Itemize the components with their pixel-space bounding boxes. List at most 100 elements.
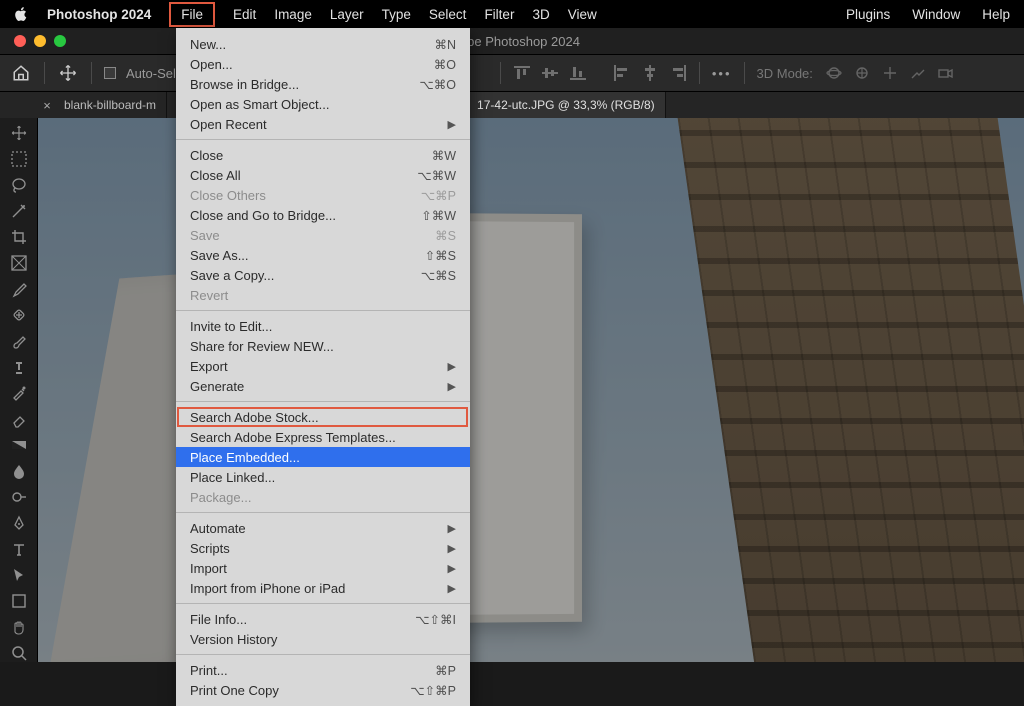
chevron-right-icon: ▶ [448,118,456,131]
brush-tool[interactable] [6,332,32,350]
align-right-icon[interactable] [669,65,687,81]
menu-layer[interactable]: Layer [330,7,364,22]
auto-select-label: Auto-Sel [126,66,176,81]
auto-select-checkbox[interactable] [104,67,116,79]
chevron-right-icon: ▶ [448,562,456,575]
path-select-tool[interactable] [6,566,32,584]
crop-tool[interactable] [6,228,32,246]
eraser-tool[interactable] [6,410,32,428]
menu-item-save-copy[interactable]: Save a Copy...⌥⌘S [176,265,470,285]
menu-item-generate[interactable]: Generate▶ [176,376,470,396]
lasso-tool[interactable] [6,176,32,194]
menu-item-save-as[interactable]: Save As...⇧⌘S [176,245,470,265]
blur-tool[interactable] [6,462,32,480]
gradient-tool[interactable] [6,436,32,454]
menu-item-recent[interactable]: Open Recent▶ [176,114,470,134]
menu-item-save: Save⌘S [176,225,470,245]
tab-close-icon[interactable]: × [40,92,54,118]
align-top-icon[interactable] [513,65,531,81]
traffic-zoom[interactable] [54,35,66,47]
traffic-close[interactable] [14,35,26,47]
document-tab-1[interactable]: blank-billboard-m [54,92,167,118]
menu-help[interactable]: Help [982,7,1010,22]
menu-item-close-all[interactable]: Close All⌥⌘W [176,165,470,185]
chevron-right-icon: ▶ [448,582,456,595]
menu-plugins[interactable]: Plugins [846,7,890,22]
menu-item-scripts[interactable]: Scripts▶ [176,538,470,558]
menu-item-print-one[interactable]: Print One Copy⌥⇧⌘P [176,680,470,700]
menu-item-close-go[interactable]: Close and Go to Bridge...⇧⌘W [176,205,470,225]
menu-item-import-ios[interactable]: Import from iPhone or iPad▶ [176,578,470,598]
menu-window[interactable]: Window [912,7,960,22]
menu-item-stock[interactable]: Search Adobe Stock... [176,407,470,427]
pen-tool[interactable] [6,514,32,532]
macos-menubar: Photoshop 2024 File Edit Image Layer Typ… [0,0,1024,28]
menu-item-automate[interactable]: Automate▶ [176,518,470,538]
align-buttons [513,65,687,81]
menu-3d[interactable]: 3D [532,7,549,22]
scale-3d-icon[interactable] [909,65,927,81]
chevron-right-icon: ▶ [448,522,456,535]
type-tool[interactable] [6,540,32,558]
menu-item-smart[interactable]: Open as Smart Object... [176,94,470,114]
menu-item-share[interactable]: Share for Review NEW... [176,336,470,356]
menu-item-print[interactable]: Print...⌘P [176,660,470,680]
zoom-tool[interactable] [6,644,32,662]
stamp-tool[interactable] [6,358,32,376]
document-tab-2[interactable]: 17-42-utc.JPG @ 33,3% (RGB/8) [467,92,666,118]
align-bottom-icon[interactable] [569,65,587,81]
wand-tool[interactable] [6,202,32,220]
move-tool-icon[interactable] [57,63,79,83]
mode-3d-icons [825,65,955,81]
menu-item-invite[interactable]: Invite to Edit... [176,316,470,336]
menu-item-revert: Revert [176,285,470,305]
menu-item-close[interactable]: Close⌘W [176,145,470,165]
menu-item-package: Package... [176,487,470,507]
history-brush-tool[interactable] [6,384,32,402]
orbit-icon[interactable] [825,65,843,81]
options-bar: Auto-Sel ••• 3D Mode: [0,54,1024,92]
camera-3d-icon[interactable] [937,65,955,81]
align-hcenter-icon[interactable] [641,65,659,81]
mode-3d-label: 3D Mode: [757,66,813,81]
more-options-icon[interactable]: ••• [712,66,732,81]
menu-image[interactable]: Image [274,7,312,22]
traffic-min[interactable] [34,35,46,47]
menu-item-file-info[interactable]: File Info...⌥⇧⌘I [176,609,470,629]
menu-item-close-others: Close Others⌥⌘P [176,185,470,205]
menu-file[interactable]: File [169,2,215,27]
menu-item-import[interactable]: Import▶ [176,558,470,578]
menu-type[interactable]: Type [382,7,411,22]
menu-item-express[interactable]: Search Adobe Express Templates... [176,427,470,447]
align-left-icon[interactable] [613,65,631,81]
dodge-tool[interactable] [6,488,32,506]
rotate-3d-icon[interactable] [853,65,871,81]
chevron-right-icon: ▶ [448,380,456,393]
eyedropper-tool[interactable] [6,280,32,298]
menu-view[interactable]: View [568,7,597,22]
menu-item-new[interactable]: New...⌘N [176,34,470,54]
chevron-right-icon: ▶ [448,360,456,373]
menu-filter[interactable]: Filter [484,7,514,22]
shape-tool[interactable] [6,592,32,610]
menu-item-version[interactable]: Version History [176,629,470,649]
hand-tool[interactable] [6,618,32,636]
menu-item-open[interactable]: Open...⌘O [176,54,470,74]
menu-item-place-linked[interactable]: Place Linked... [176,467,470,487]
frame-tool[interactable] [6,254,32,272]
menu-item-browse[interactable]: Browse in Bridge...⌥⌘O [176,74,470,94]
move-tool[interactable] [6,124,32,142]
document-tabs: × blank-billboard-m 17-42-utc.JPG @ 33,3… [0,92,1024,118]
menu-edit[interactable]: Edit [233,7,256,22]
marquee-tool[interactable] [6,150,32,168]
heal-tool[interactable] [6,306,32,324]
home-icon[interactable] [10,63,32,83]
pan-3d-icon[interactable] [881,65,899,81]
apple-icon[interactable] [14,6,29,22]
app-name[interactable]: Photoshop 2024 [47,7,151,22]
menu-item-export[interactable]: Export▶ [176,356,470,376]
align-vcenter-icon[interactable] [541,65,559,81]
toolbox [0,118,38,662]
menu-select[interactable]: Select [429,7,467,22]
menu-item-place-embedded[interactable]: Place Embedded... [176,447,470,467]
